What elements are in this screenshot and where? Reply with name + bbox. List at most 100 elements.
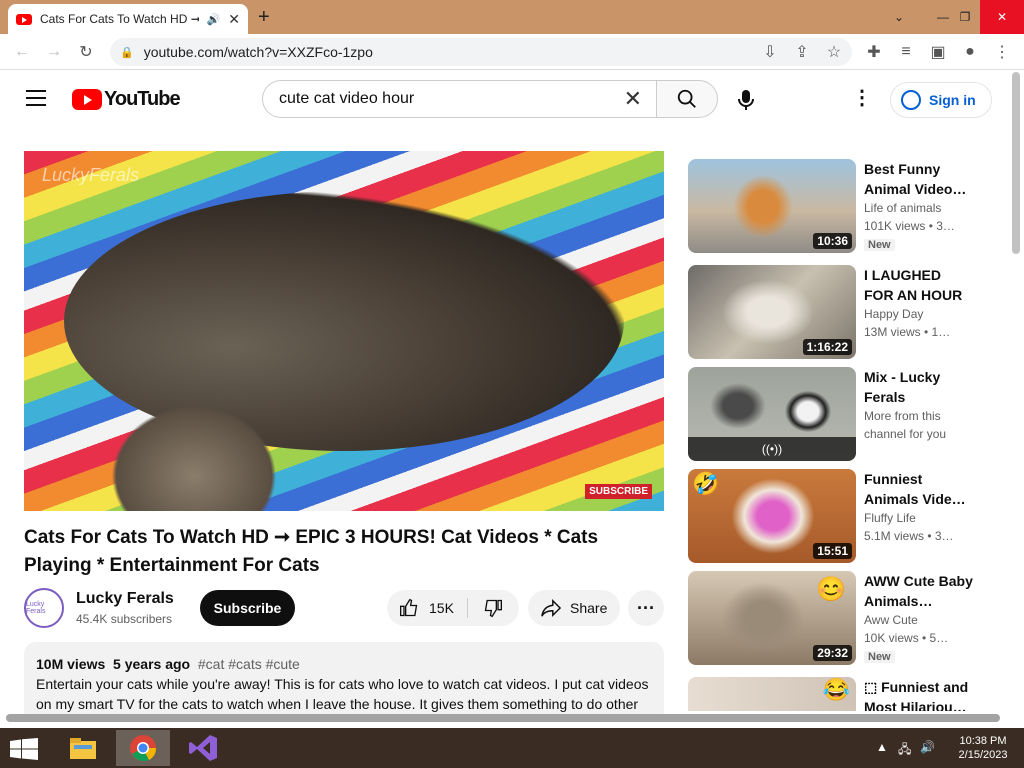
- browser-tab[interactable]: Cats For Cats To Watch HD ➞ 🔊 ✕: [8, 4, 248, 34]
- upload-age: 5 years ago: [113, 656, 191, 672]
- youtube-favicon-icon: [16, 13, 32, 25]
- video-title: Cats For Cats To Watch HD ➞ EPIC 3 HOURS…: [24, 527, 599, 576]
- recommendation-thumbnail[interactable]: 😊 29:32: [688, 571, 856, 665]
- vertical-scrollbar[interactable]: [1012, 72, 1020, 254]
- recommendation-title[interactable]: I LAUGHED FOR AN HOUR😹…: [864, 265, 974, 305]
- recommendation-thumbnail[interactable]: ((•)): [688, 367, 856, 461]
- recommendation-title[interactable]: AWW Cute Baby Animals…: [864, 571, 974, 611]
- chrome-taskbar-icon[interactable]: [116, 730, 170, 766]
- tab-title: Cats For Cats To Watch HD ➞: [40, 12, 199, 26]
- search-button[interactable]: [656, 80, 718, 118]
- mix-playlist-icon: ((•)): [688, 437, 856, 461]
- recommendation-channel[interactable]: More from this: [864, 407, 974, 425]
- description-text: Entertain your cats while you're away! T…: [36, 676, 649, 712]
- subscriber-count: 45.4K subscribers: [76, 612, 173, 626]
- view-count: 10M views: [36, 656, 106, 672]
- recommendation-meta: 5.1M views • 3…: [864, 529, 954, 543]
- bookmark-star-icon[interactable]: ☆: [822, 40, 846, 64]
- windows-start-icon[interactable]: [10, 738, 38, 760]
- recommendation-thumbnail[interactable]: 10:36: [688, 159, 856, 253]
- settings-menu-icon[interactable]: ⋮: [852, 88, 872, 108]
- recommendation-title[interactable]: ⬚ Funniest and Most Hilariou…: [864, 677, 974, 711]
- horizontal-scrollbar[interactable]: [6, 714, 1000, 722]
- recommendation-thumbnail[interactable]: 1:16:22: [688, 265, 856, 359]
- show-hidden-icons[interactable]: ▲: [876, 740, 888, 754]
- new-badge: New: [864, 651, 895, 663]
- youtube-play-logo-icon: [72, 89, 102, 110]
- recommendation-item[interactable]: 🤣 15:51 Funniest Animals Vide… Fluffy Li…: [688, 469, 998, 563]
- search-input[interactable]: cute cat video hour ✕: [262, 80, 656, 118]
- video-duration: 29:32: [813, 645, 852, 661]
- laughing-emoji-icon: 🤣: [692, 471, 720, 496]
- speaker-icon[interactable]: 🔊: [207, 13, 221, 26]
- subscribe-overlay-button[interactable]: SUBSCRIBE: [585, 484, 652, 499]
- recommendation-channel[interactable]: Happy Day: [864, 305, 974, 323]
- dislike-button[interactable]: [471, 590, 515, 626]
- squinting-cat-figure: [718, 579, 808, 659]
- recommendation-thumbnail[interactable]: 😂: [688, 677, 856, 711]
- channel-watermark: LuckyFerals: [42, 165, 140, 185]
- subscribe-button[interactable]: Subscribe: [200, 590, 295, 626]
- recommendation-title[interactable]: Funniest Animals Vide…: [864, 469, 974, 509]
- share-page-icon[interactable]: ⇪: [790, 40, 814, 64]
- recommendation-channel[interactable]: Fluffy Life: [864, 509, 974, 527]
- recommendation-channel[interactable]: Life of animals: [864, 199, 974, 217]
- sign-in-button[interactable]: Sign in: [890, 82, 992, 118]
- chrome-menu-icon[interactable]: ⋮: [990, 40, 1014, 64]
- grey-cat-figure: [708, 381, 768, 431]
- profile-icon[interactable]: ●: [958, 40, 982, 64]
- video-duration: 10:36: [813, 233, 852, 249]
- address-bar[interactable]: 🔒 youtube.com/watch?v=XXZFco-1zpo: [110, 38, 852, 66]
- install-app-icon[interactable]: ⇩: [758, 40, 782, 64]
- laughing-emoji-icon: 😂: [822, 677, 850, 702]
- recommendation-item[interactable]: 10:36 Best Funny Animal Video… Life of a…: [688, 159, 998, 253]
- search-icon: [677, 89, 696, 108]
- hamburger-menu-icon[interactable]: [26, 90, 46, 106]
- channel-avatar[interactable]: Lucky Ferals: [24, 588, 64, 628]
- recommendation-item[interactable]: 😂 ⬚ Funniest and Most Hilariou…: [688, 677, 998, 711]
- side-panel-icon[interactable]: ▣: [926, 40, 950, 64]
- browser-titlebar: Cats For Cats To Watch HD ➞ 🔊 ✕ + ⌄ — ❐ …: [0, 0, 1024, 34]
- new-tab-button[interactable]: +: [258, 6, 270, 29]
- recommendation-title[interactable]: Mix - Lucky Ferals: [864, 367, 974, 407]
- microphone-icon[interactable]: [736, 88, 756, 112]
- thumbs-down-icon: [484, 599, 502, 618]
- cat-in-pink-costume-figure: [728, 475, 818, 557]
- visual-studio-icon[interactable]: [176, 730, 230, 766]
- extensions-icon[interactable]: ✚: [862, 40, 886, 64]
- like-button[interactable]: 15K: [387, 590, 467, 626]
- file-explorer-icon[interactable]: [56, 730, 110, 766]
- recommendation-meta: 101K views • 3…: [864, 219, 955, 233]
- restore-button[interactable]: ❐: [950, 0, 980, 34]
- media-control-icon[interactable]: ≡: [894, 40, 918, 64]
- recommendation-item[interactable]: 1:16:22 I LAUGHED FOR AN HOUR😹… Happy Da…: [688, 265, 998, 359]
- hashtags[interactable]: #cat #cats #cute: [198, 656, 300, 672]
- volume-icon[interactable]: 🔊: [920, 740, 935, 754]
- more-actions-icon[interactable]: ···: [628, 590, 664, 626]
- recommendation-title[interactable]: Best Funny Animal Video…: [864, 159, 974, 199]
- close-tab-icon[interactable]: ✕: [228, 11, 240, 28]
- description-box[interactable]: 10M views 5 years ago #cat #cats #cute E…: [24, 642, 664, 722]
- back-button[interactable]: ←: [10, 40, 34, 64]
- video-duration: 1:16:22: [802, 339, 852, 355]
- video-player[interactable]: LuckyFerals SUBSCRIBE: [24, 151, 664, 511]
- recommendation-item[interactable]: 😊 29:32 AWW Cute Baby Animals… Aww Cute …: [688, 571, 998, 665]
- forward-button[interactable]: →: [42, 40, 66, 64]
- recommendation-channel[interactable]: Aww Cute: [864, 611, 974, 629]
- close-window-button[interactable]: ✕: [980, 0, 1024, 34]
- tab-search-chevron-icon[interactable]: ⌄: [884, 0, 914, 34]
- network-icon[interactable]: 🖧: [898, 740, 911, 761]
- reload-button[interactable]: ↻: [74, 40, 98, 64]
- youtube-logo[interactable]: YouTube: [72, 88, 181, 111]
- recommendation-item[interactable]: ((•)) Mix - Lucky Ferals More from this …: [688, 367, 998, 461]
- like-divider: [467, 598, 468, 618]
- youtube-header: YouTube cute cat video hour ✕ ⋮ Sign in: [0, 70, 1010, 126]
- user-avatar-icon: [901, 90, 921, 110]
- channel-name[interactable]: Lucky Ferals: [76, 590, 174, 608]
- clock-date: 2/15/2023: [958, 749, 1008, 761]
- clear-search-icon[interactable]: ✕: [624, 86, 642, 112]
- system-clock[interactable]: 10:38 PM 2/15/2023: [950, 734, 1016, 762]
- sign-in-label: Sign in: [929, 92, 976, 108]
- recommendation-thumbnail[interactable]: 🤣 15:51: [688, 469, 856, 563]
- share-button[interactable]: Share: [528, 590, 620, 626]
